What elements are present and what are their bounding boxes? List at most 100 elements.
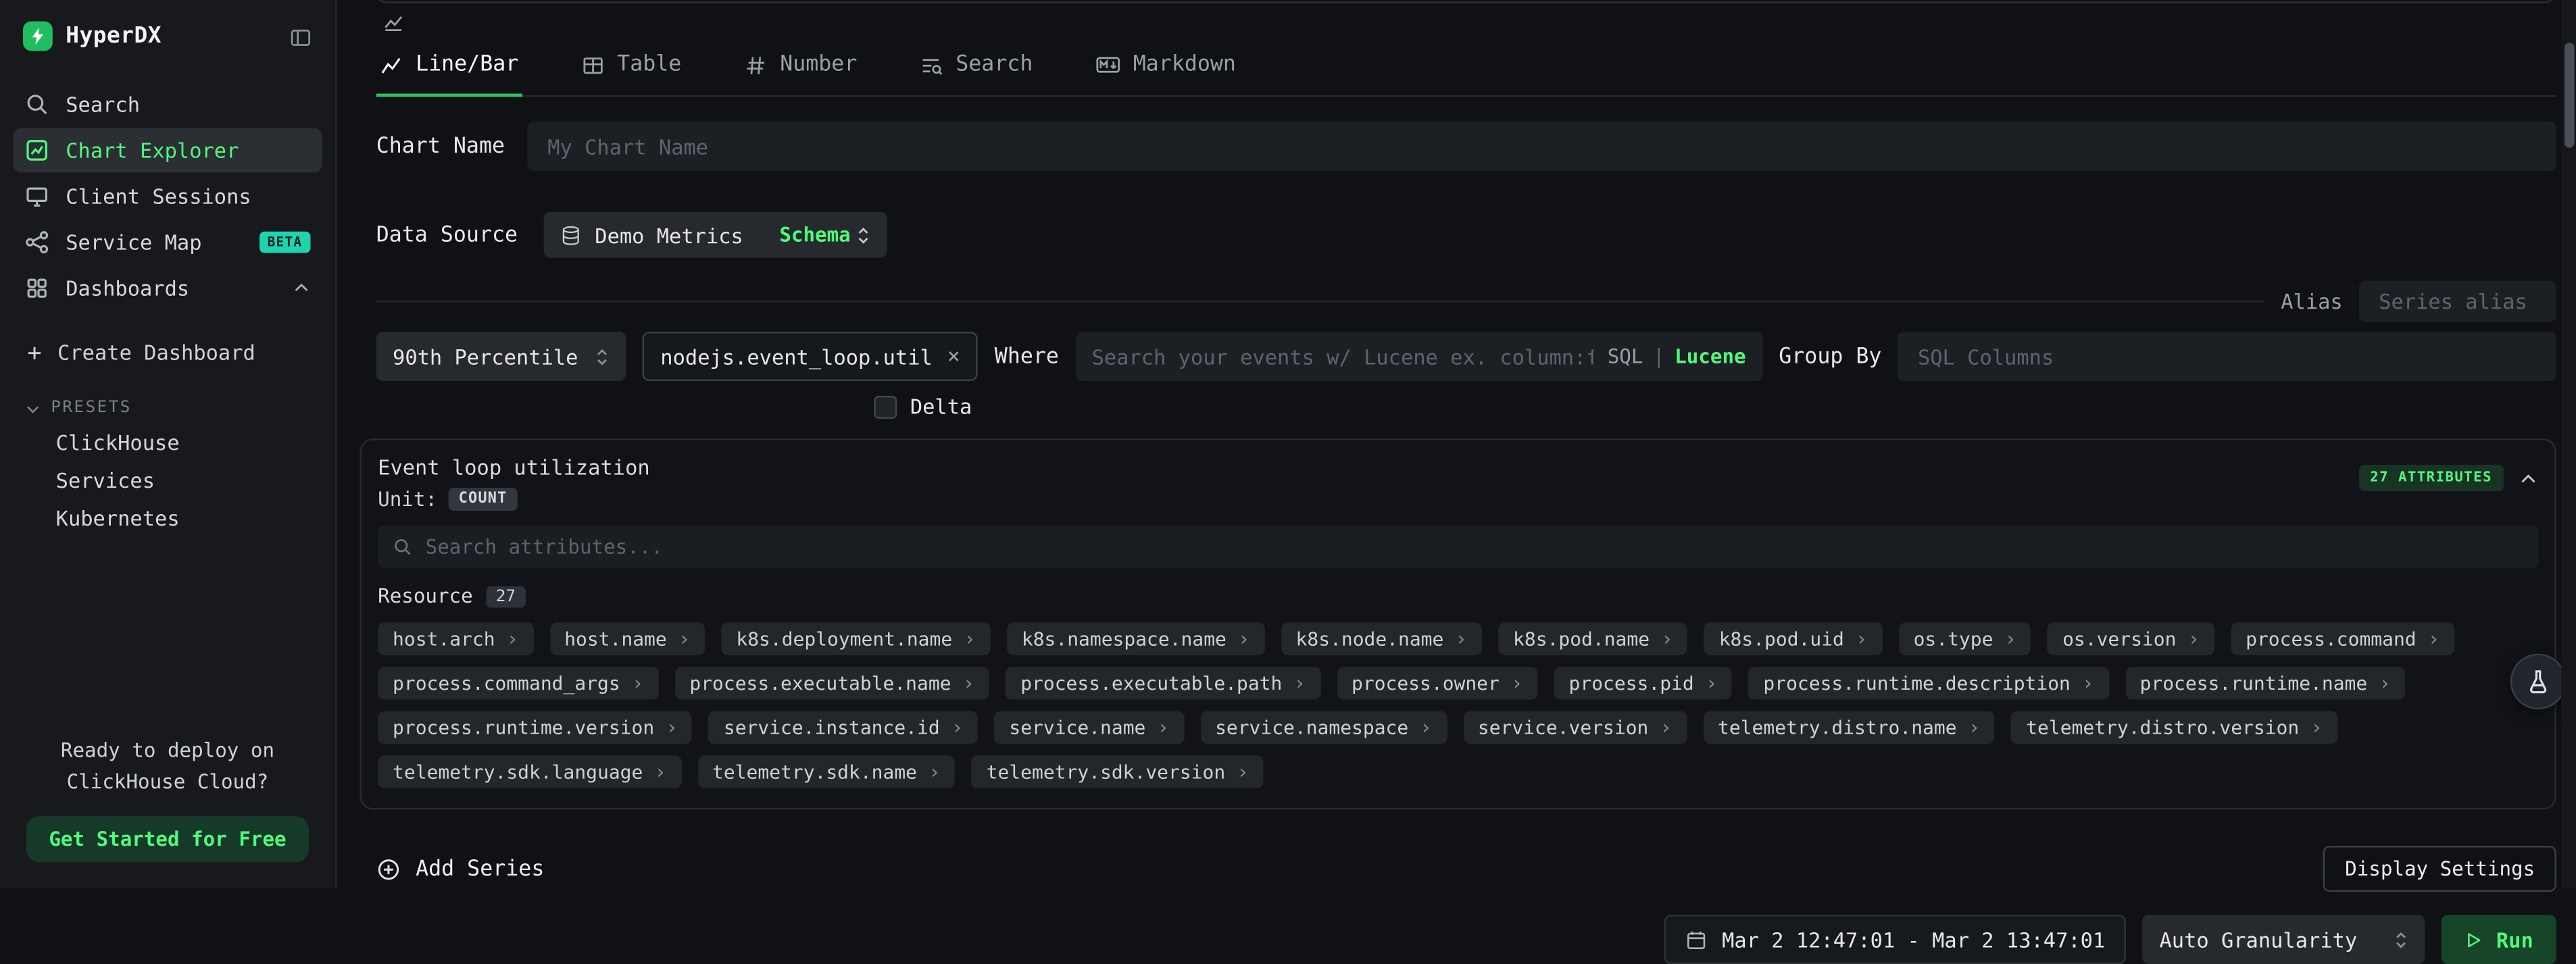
attribute-name: telemetry.sdk.name	[712, 761, 917, 784]
attribute-pill[interactable]: service.instance.id›	[709, 711, 978, 744]
attribute-pill[interactable]: process.runtime.description›	[1749, 667, 2109, 700]
lucene-toggle[interactable]: Lucene	[1675, 345, 1745, 368]
attribute-pill[interactable]: k8s.pod.uid›	[1704, 622, 1883, 655]
attribute-pill[interactable]: process.executable.path›	[1006, 667, 1320, 700]
data-source-select[interactable]: Demo Metrics Schema	[544, 212, 887, 258]
tab-number[interactable]: Number	[741, 39, 860, 97]
attribute-pill[interactable]: os.version›	[2048, 622, 2214, 655]
attribute-name: host.arch	[393, 628, 495, 651]
sidebar-item-label: Chart Explorer	[66, 138, 239, 162]
aggregation-select[interactable]: 90th Percentile	[376, 332, 626, 381]
chevron-right-icon: ›	[1420, 716, 1432, 739]
create-dashboard-button[interactable]: Create Dashboard	[13, 332, 322, 373]
search-icon	[24, 92, 49, 116]
presets-section-toggle[interactable]: PRESETS	[13, 392, 322, 424]
chevron-right-icon: ›	[678, 628, 691, 651]
alias-input[interactable]	[2359, 281, 2556, 322]
attribute-pill[interactable]: telemetry.sdk.language›	[378, 755, 681, 788]
tab-table[interactable]: Table	[578, 39, 685, 97]
tab-search[interactable]: Search	[916, 39, 1036, 97]
attribute-name: service.version	[1478, 716, 1648, 739]
attribute-pill[interactable]: service.namespace›	[1200, 711, 1447, 744]
attribute-pill[interactable]: k8s.namespace.name›	[1007, 622, 1264, 655]
attribute-name: k8s.pod.uid	[1719, 628, 1844, 651]
alias-row: Alias	[376, 281, 2556, 322]
unit-label: Unit:	[378, 488, 437, 511]
granularity-select[interactable]: Auto Granularity	[2143, 915, 2425, 964]
attributes-panel-header: Event loop utilization Unit: COUNT 27 AT…	[378, 455, 2538, 511]
attribute-pill[interactable]: os.type›	[1899, 622, 2031, 655]
panel-collapse-icon	[289, 26, 312, 49]
attribute-name: telemetry.sdk.version	[987, 761, 1225, 784]
attribute-pill[interactable]: service.name›	[994, 711, 1183, 744]
chart-preview-button[interactable]	[382, 8, 404, 32]
sidebar-item-chart-explorer[interactable]: Chart Explorer	[13, 128, 322, 173]
tab-markdown[interactable]: Markdown	[1092, 39, 1239, 97]
sidebar-item-dashboards[interactable]: Dashboards	[13, 266, 322, 311]
date-range-picker[interactable]: Mar 2 12:47:01 - Mar 2 13:47:01	[1664, 915, 2127, 964]
floating-action-button[interactable]	[2510, 654, 2567, 710]
unit-badge: COUNT	[449, 488, 517, 511]
scrollbar-thumb[interactable]	[2564, 43, 2574, 148]
chevron-right-icon: ›	[632, 671, 644, 694]
metric-pill[interactable]: nodejs.event_loop.util ×	[643, 332, 979, 381]
add-series-button[interactable]: Add Series	[376, 857, 545, 881]
attribute-name: service.instance.id	[724, 716, 940, 739]
attribute-pill[interactable]: process.owner›	[1337, 667, 1537, 700]
preset-item-kubernetes[interactable]: Kubernetes	[13, 499, 322, 537]
attribute-pill[interactable]: k8s.deployment.name›	[721, 622, 990, 655]
where-input[interactable]	[1092, 344, 1595, 368]
sidebar-item-search[interactable]: Search	[13, 82, 322, 127]
attribute-pill[interactable]: k8s.pod.name›	[1498, 622, 1687, 655]
attribute-pill[interactable]: telemetry.distro.version›	[2011, 711, 2337, 744]
delta-checkbox[interactable]	[874, 395, 897, 418]
run-button[interactable]: Run	[2442, 915, 2556, 964]
attribute-pill[interactable]: process.pid›	[1554, 667, 1733, 700]
attribute-search-input[interactable]	[426, 536, 2524, 559]
metric-info: Event loop utilization Unit: COUNT	[378, 455, 650, 511]
preset-item-clickhouse[interactable]: ClickHouse	[13, 424, 322, 461]
logo[interactable]: HyperDX	[0, 0, 335, 68]
chevron-right-icon: ›	[1511, 671, 1523, 694]
chart-name-row: Chart Name	[376, 122, 2556, 171]
attribute-name: telemetry.distro.name	[1718, 716, 1956, 739]
attribute-pill[interactable]: host.name›	[549, 622, 705, 655]
chart-name-input[interactable]	[528, 122, 2556, 171]
attribute-pill[interactable]: process.runtime.version›	[378, 711, 693, 744]
table-icon	[581, 53, 604, 76]
get-started-button[interactable]: Get Started for Free	[26, 817, 309, 863]
attribute-pill[interactable]: service.version›	[1463, 711, 1687, 744]
attribute-name: process.executable.path	[1020, 671, 1282, 694]
attribute-pill[interactable]: k8s.node.name›	[1281, 622, 1482, 655]
tab-line-bar[interactable]: Line/Bar	[376, 39, 522, 97]
chart-icon	[24, 138, 49, 162]
sql-toggle[interactable]: SQL	[1608, 345, 1643, 368]
series-row: 90th Percentile nodejs.event_loop.util ×…	[376, 332, 2556, 381]
sidebar-item-service-map[interactable]: Service Map BETA	[13, 220, 322, 265]
where-label: Where	[995, 344, 1059, 368]
beta-badge: BETA	[259, 232, 310, 253]
attribute-pill[interactable]: host.arch›	[378, 622, 533, 655]
group-by-input[interactable]	[1898, 332, 2556, 381]
sidebar-collapse-button[interactable]	[289, 24, 312, 49]
data-source-label: Data Source	[376, 222, 518, 247]
attribute-pill[interactable]: telemetry.sdk.version›	[972, 755, 1264, 788]
sidebar-item-client-sessions[interactable]: Client Sessions	[13, 174, 322, 219]
attribute-pill[interactable]: process.runtime.name›	[2125, 667, 2406, 700]
attribute-pill[interactable]: telemetry.sdk.name›	[697, 755, 955, 788]
chevron-right-icon: ›	[1661, 628, 1673, 651]
attribute-pill[interactable]: telemetry.distro.name ›	[1703, 711, 1995, 744]
delta-label: Delta	[910, 394, 972, 418]
sidebar-item-label: Service Map	[66, 230, 201, 254]
attribute-pill[interactable]: process.executable.name›	[674, 667, 989, 700]
collapse-attributes-button[interactable]	[2519, 465, 2538, 490]
chevron-right-icon: ›	[1968, 716, 1981, 739]
schema-toggle[interactable]: Schema	[779, 224, 870, 247]
remove-metric-button[interactable]: ×	[947, 346, 960, 367]
chevron-down-icon	[24, 400, 41, 416]
attribute-name: service.name	[1009, 716, 1145, 739]
attribute-pill[interactable]: process.command›	[2231, 622, 2454, 655]
display-settings-button[interactable]: Display Settings	[2324, 846, 2556, 892]
attribute-pill[interactable]: process.command_args›	[378, 667, 658, 700]
preset-item-services[interactable]: Services	[13, 461, 322, 499]
